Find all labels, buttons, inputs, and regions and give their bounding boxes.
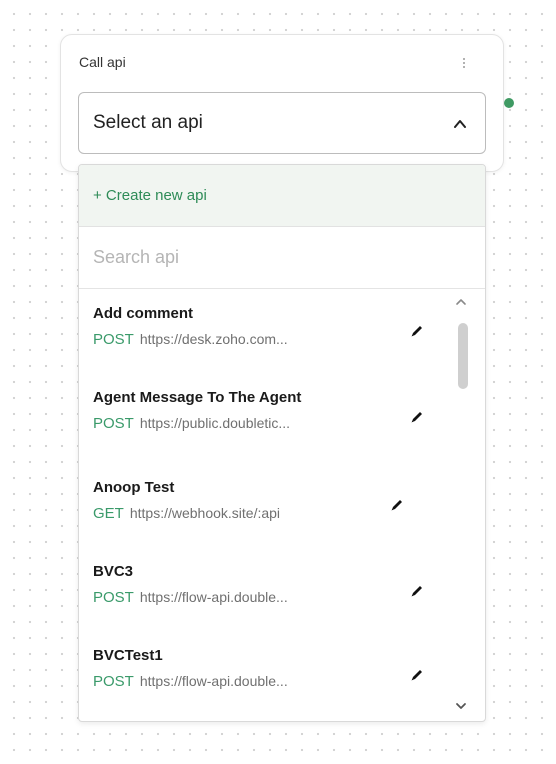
api-list-item[interactable]: Agent Message To The Agent POST https://p…	[79, 373, 449, 457]
api-name: Add comment	[93, 305, 194, 322]
api-url: https://public.doubletic...	[139, 415, 291, 431]
api-list-item[interactable]: BVC3 POST https://flow-api.double...	[79, 547, 449, 631]
pencil-icon[interactable]	[389, 497, 405, 513]
chevron-up-icon[interactable]	[453, 117, 467, 131]
api-name: BVCTest1	[93, 647, 163, 664]
api-method: POST	[93, 331, 134, 348]
api-endpoint: POST https://flow-api.double...	[93, 589, 288, 606]
scroll-down-icon[interactable]	[455, 701, 467, 711]
search-row	[79, 227, 485, 289]
pencil-icon[interactable]	[409, 409, 425, 425]
api-method: GET	[93, 505, 124, 522]
api-url: https://flow-api.double...	[139, 673, 288, 689]
api-url: https://webhook.site/:api	[129, 505, 281, 521]
api-name: BVC3	[93, 563, 134, 580]
api-method: POST	[93, 673, 134, 690]
api-list: Add comment POST https://desk.zoho.com...…	[79, 289, 485, 721]
pencil-icon[interactable]	[409, 583, 425, 599]
api-endpoint: POST https://desk.zoho.com...	[93, 331, 288, 348]
create-new-api-label: + Create new api	[93, 187, 207, 204]
api-url: https://flow-api.double...	[139, 589, 288, 605]
api-select-value: Select an api	[93, 112, 203, 133]
node-title: Call api	[79, 54, 126, 70]
api-endpoint: GET https://webhook.site/:api	[93, 505, 280, 522]
api-url: https://desk.zoho.com...	[139, 331, 288, 347]
api-endpoint: POST https://public.doubletic...	[93, 415, 290, 432]
api-dropdown: + Create new api Add comment POST https:/…	[78, 164, 486, 722]
api-list-item[interactable]: BVCTest1 POST https://flow-api.double...	[79, 631, 449, 715]
api-name: Agent Message To The Agent	[93, 389, 302, 406]
kebab-menu-icon[interactable]	[457, 51, 471, 75]
create-new-api-button[interactable]: + Create new api	[79, 165, 485, 227]
api-select[interactable]: Select an api	[78, 92, 486, 154]
api-method: POST	[93, 415, 134, 432]
api-name: Anoop Test	[93, 479, 175, 496]
search-api-input[interactable]	[79, 227, 485, 288]
node-connector-handle[interactable]	[504, 98, 514, 108]
api-method: POST	[93, 589, 134, 606]
api-list-item[interactable]: Add comment POST https://desk.zoho.com...	[79, 289, 449, 373]
pencil-icon[interactable]	[409, 323, 425, 339]
pencil-icon[interactable]	[409, 667, 425, 683]
api-endpoint: POST https://flow-api.double...	[93, 673, 288, 690]
scroll-up-icon[interactable]	[455, 297, 467, 307]
scrollbar-thumb[interactable]	[458, 323, 468, 389]
